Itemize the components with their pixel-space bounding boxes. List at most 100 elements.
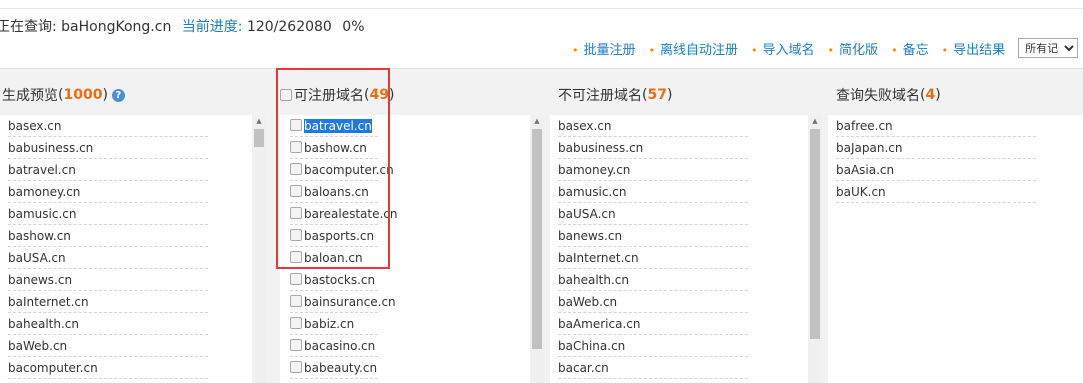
records-filter-select[interactable]: 所有记录 [1018, 38, 1079, 58]
status-prefix: 正在查询: [0, 19, 57, 35]
list-item[interactable]: basex.cn [550, 115, 822, 137]
domain-checkbox[interactable] [290, 339, 302, 351]
list-item[interactable]: baUSA.cn [550, 203, 822, 225]
unavailable-list[interactable]: basex.cn babusiness.cn bamoney.cn bamusic.c… [550, 115, 822, 383]
list-item[interactable]: baloans.cn [280, 181, 544, 203]
domain-name: baloan.cn [304, 251, 363, 265]
domain-name: bashow.cn [8, 229, 71, 243]
domain-name: bamoney.cn [558, 163, 631, 177]
scrollbar[interactable]: ▲ [808, 115, 822, 383]
list-item[interactable]: basex.cn [0, 115, 266, 137]
domain-checkbox[interactable] [290, 163, 302, 175]
list-item[interactable]: babeauty.cn [280, 357, 544, 379]
select-all-checkbox[interactable] [280, 89, 292, 101]
simple-version-link[interactable]: • 简化版 [828, 39, 879, 58]
scroll-thumb[interactable] [532, 129, 542, 349]
offline-auto-register-link[interactable]: • 离线自动注册 [649, 39, 739, 58]
list-item[interactable]: bacar.cn [550, 357, 822, 379]
list-item[interactable]: baJapan.cn [828, 137, 1083, 159]
domain-name: baChina.cn [558, 339, 626, 353]
list-item[interactable]: bacomputer.cn [280, 159, 544, 181]
preview-list[interactable]: basex.cn babusiness.cn batravel.cn bamoney.… [0, 115, 266, 383]
list-item[interactable]: babusiness.cn [0, 137, 266, 159]
scroll-thumb[interactable] [810, 129, 820, 339]
row-divider [558, 378, 748, 379]
list-item[interactable]: barealestate.cn [280, 203, 544, 225]
list-item[interactable]: bamusic.cn [0, 203, 266, 225]
list-item[interactable]: baAmerica.cn [550, 313, 822, 335]
domain-checkbox[interactable] [290, 207, 302, 219]
domain-name: babusiness.cn [8, 141, 94, 155]
scroll-up-icon[interactable]: ▲ [252, 115, 266, 127]
list-item[interactable]: bahealth.cn [0, 313, 266, 335]
list-item[interactable]: baInternet.cn [0, 291, 266, 313]
domain-checkbox[interactable] [290, 185, 302, 197]
row-divider [836, 202, 1036, 203]
memo-link[interactable]: • 备忘 [891, 39, 929, 58]
available-list[interactable]: batravel.cn bashow.cn bacomputer.cn baloans… [280, 115, 544, 383]
domain-checkbox[interactable] [290, 273, 302, 285]
domain-name: bahealth.cn [8, 317, 79, 331]
bullet-icon: • [648, 43, 656, 57]
list-item[interactable]: bamoney.cn [0, 181, 266, 203]
list-item[interactable]: batravel.cn [280, 115, 544, 137]
domain-checkbox[interactable] [290, 141, 302, 153]
count-badge: 4 [925, 87, 936, 103]
list-item[interactable]: baAsia.cn [828, 159, 1083, 181]
batch-register-link[interactable]: • 批量注册 [572, 39, 636, 58]
list-item[interactable]: bastocks.cn [280, 269, 544, 291]
list-item[interactable]: basports.cn [280, 225, 544, 247]
help-icon[interactable]: ? [111, 88, 125, 102]
row-divider [290, 378, 378, 379]
list-item[interactable]: baUSA.cn [0, 247, 266, 269]
domain-name: baWeb.cn [8, 339, 68, 353]
domain-name: babusiness.cn [558, 141, 644, 155]
count-badge: 57 [647, 87, 667, 103]
domain-checkbox[interactable] [290, 119, 302, 131]
domain-name: bacasino.cn [304, 339, 376, 353]
domain-name: baAsia.cn [836, 163, 895, 177]
domain-name: baloans.cn [304, 185, 369, 199]
domain-checkbox[interactable] [290, 361, 302, 373]
list-item[interactable]: babusiness.cn [550, 137, 822, 159]
export-results-link[interactable]: • 导出结果 [942, 39, 1006, 58]
domain-name: baAmerica.cn [558, 317, 641, 331]
list-item[interactable]: bacasino.cn [280, 335, 544, 357]
panel-title: 生成预览(1000) ? [2, 85, 125, 105]
import-domains-link[interactable]: • 导入域名 [751, 39, 815, 58]
domain-name: bacomputer.cn [304, 163, 394, 177]
list-item[interactable]: bamusic.cn [550, 181, 822, 203]
list-item[interactable]: bamoney.cn [550, 159, 822, 181]
domain-checkbox[interactable] [290, 317, 302, 329]
domain-name: banews.cn [8, 273, 73, 287]
domain-checkbox[interactable] [290, 295, 302, 307]
scroll-up-icon[interactable]: ▲ [530, 115, 544, 127]
list-item[interactable]: baWeb.cn [550, 291, 822, 313]
list-item[interactable]: banews.cn [550, 225, 822, 247]
list-item[interactable]: bahealth.cn [550, 269, 822, 291]
list-item[interactable]: bafree.cn [828, 115, 1083, 137]
scroll-up-icon[interactable]: ▲ [808, 115, 822, 127]
progress-percent: 0% [342, 19, 365, 35]
list-item[interactable]: batravel.cn [0, 159, 266, 181]
list-item[interactable]: baloan.cn [280, 247, 544, 269]
domain-checkbox[interactable] [290, 229, 302, 241]
panel-title: 查询失败域名(4) [836, 87, 941, 104]
list-item[interactable]: baInternet.cn [550, 247, 822, 269]
list-item[interactable]: banews.cn [0, 269, 266, 291]
list-item[interactable]: bacomputer.cn [0, 357, 266, 379]
list-item[interactable]: baChina.cn [550, 335, 822, 357]
row-divider [8, 378, 208, 379]
list-item[interactable]: bashow.cn [280, 137, 544, 159]
list-item[interactable]: bashow.cn [0, 225, 266, 247]
scrollbar[interactable]: ▲ [530, 115, 544, 383]
list-item[interactable]: baWeb.cn [0, 335, 266, 357]
bullet-icon: • [941, 43, 949, 57]
scroll-thumb[interactable] [254, 129, 264, 147]
list-item[interactable]: bainsurance.cn [280, 291, 544, 313]
list-item[interactable]: babiz.cn [280, 313, 544, 335]
scrollbar[interactable]: ▲ [252, 115, 266, 383]
domain-checkbox[interactable] [290, 251, 302, 263]
failed-list[interactable]: bafree.cn baJapan.cn baAsia.cn baUK.cn [828, 115, 1083, 383]
list-item[interactable]: baUK.cn [828, 181, 1083, 203]
